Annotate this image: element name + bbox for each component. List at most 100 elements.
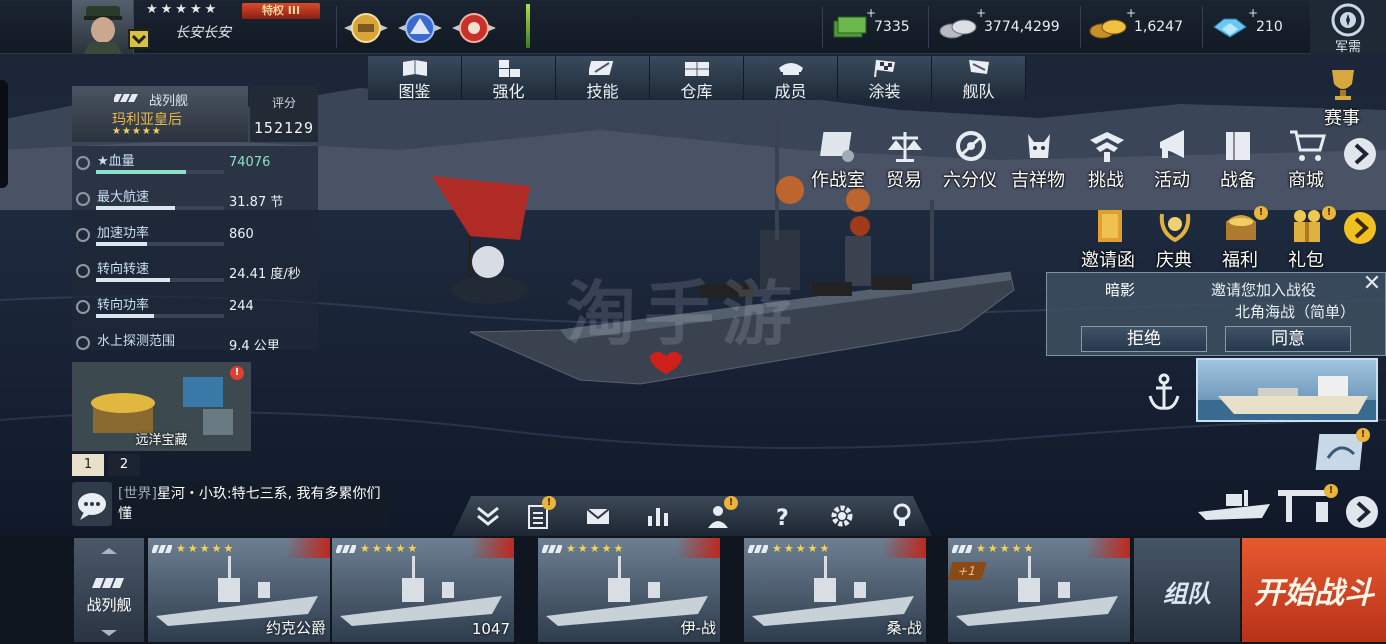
ranking-chart-icon[interactable] [644, 502, 672, 530]
medal-gold-icon[interactable] [344, 8, 388, 48]
bottom-toolbar: ? [452, 496, 932, 536]
settings-gear-icon[interactable] [828, 502, 856, 530]
accept-button[interactable]: 同意 [1225, 326, 1351, 352]
ship-card[interactable]: ★★★★★ 1047 [332, 538, 514, 642]
stat-value: 9.4 公里 [229, 339, 280, 350]
tab-crew[interactable]: 成员 [744, 56, 838, 101]
vip-badge[interactable]: 特权 III [242, 3, 320, 19]
start-battle-button[interactable]: 开始战斗 [1242, 538, 1386, 642]
war-room-map-icon [820, 132, 854, 162]
activity-button[interactable]: 活动 [1140, 128, 1204, 191]
preparation-button[interactable]: 战备 [1206, 128, 1270, 191]
stat-info-icon[interactable] [76, 192, 90, 206]
stat-bar [96, 170, 224, 174]
tab-upgrade[interactable]: 强化 [462, 56, 556, 101]
card-name: 伊-战 [680, 619, 716, 637]
war-room-button[interactable]: 作战室 [806, 128, 870, 191]
tab-warehouse[interactable]: 仓库 [650, 56, 744, 101]
ship-type-filter[interactable]: 战列舰 [74, 538, 144, 642]
top-bar: ★★★★★ 特权 III 长安长安 + 7335 + 3774,4299 + 1… [0, 0, 1386, 55]
stat-bar-fill [96, 206, 176, 210]
stat-info-icon[interactable] [76, 264, 90, 278]
shipyard-alert-badge: ! [1324, 484, 1338, 498]
next-arrow-yellow-icon[interactable] [1342, 210, 1378, 246]
stat-info-icon[interactable] [76, 228, 90, 242]
ship-card[interactable]: ★★★★★ 桑-战 [744, 538, 926, 642]
rank-badge-icon [128, 29, 150, 49]
help-icon[interactable]: ? [768, 502, 796, 530]
mascot-button[interactable]: 吉祥物 [1006, 128, 1070, 191]
tab-skills[interactable]: 技能 [556, 56, 650, 101]
left-edge-handle[interactable] [0, 80, 8, 188]
stat-info-icon[interactable] [76, 300, 90, 314]
invitation-card-icon [1098, 210, 1122, 242]
add-silver-icon[interactable]: + [976, 6, 986, 20]
celebration-button[interactable]: 庆典 [1142, 208, 1206, 271]
battleship-class-icon [92, 578, 124, 588]
warehouse-icon [685, 62, 709, 76]
ship-preview-thumbnail[interactable] [1196, 358, 1378, 422]
ship-card[interactable]: ★★★★★ +1 [948, 538, 1130, 642]
chat-button[interactable] [72, 482, 112, 526]
stat-info-icon[interactable] [76, 156, 90, 170]
diamond-resource[interactable]: + 210 [1210, 6, 1283, 44]
stat-row: 最大航速 31.87 节 [72, 182, 318, 216]
chevron-down-icon [101, 630, 117, 636]
diamond-value: 210 [1256, 19, 1283, 35]
mascot-icon [1028, 134, 1050, 158]
page-1-button[interactable]: 1 [72, 454, 104, 476]
page-2-button[interactable]: 2 [108, 454, 140, 476]
player-avatar[interactable] [72, 0, 134, 54]
gold-resource[interactable]: + 1,6247 [1088, 6, 1183, 44]
chat-channel: [世界] [118, 486, 157, 502]
treasure-label: 远洋宝藏 [135, 433, 188, 448]
megaphone-icon [1160, 130, 1184, 158]
cash-resource[interactable]: + 7335 [832, 6, 910, 44]
anchor-icon[interactable] [1146, 372, 1182, 412]
next-arrow-icon[interactable] [1342, 136, 1378, 172]
trade-button[interactable]: 贸易 [872, 128, 936, 191]
stat-label: 最大航速 [97, 190, 150, 205]
medal-blue-icon[interactable] [398, 8, 442, 48]
silver-resource[interactable]: + 3774,4299 [938, 6, 1060, 44]
add-cash-icon[interactable]: + [866, 6, 876, 20]
score-box: 评分 152129 [250, 86, 318, 142]
chat-message[interactable]: [世界]星河・小玖:特七三系, 我有多累你们懂 [116, 482, 386, 526]
stat-info-icon[interactable] [76, 336, 90, 350]
stat-row: 水上探测范围 9.4 公里 [72, 326, 318, 350]
ship-silhouette-icon[interactable] [1196, 482, 1276, 526]
tips-bulb-icon[interactable] [888, 502, 916, 530]
challenge-button[interactable]: 挑战 [1074, 128, 1138, 191]
tab-label: 舰队 [962, 82, 995, 101]
sextant-button[interactable]: 六分仪 [938, 128, 1002, 191]
stat-bar-fill [96, 242, 148, 246]
add-gold-icon[interactable]: + [1126, 6, 1136, 20]
svg-text:?: ? [776, 506, 789, 530]
stat-bar-fill [96, 278, 171, 282]
add-diamond-icon[interactable]: + [1248, 6, 1258, 20]
stat-label: 转向功率 [97, 298, 150, 313]
shop-button[interactable]: 商城 [1274, 128, 1338, 191]
next-arrow-icon[interactable] [1344, 494, 1380, 530]
divider [822, 6, 823, 48]
tab-codex[interactable]: 图鉴 [368, 56, 462, 101]
team-button[interactable]: 组队 [1134, 538, 1240, 642]
ship-card[interactable]: ★★★★★ 约克公爵 [148, 538, 330, 642]
stat-bar [96, 206, 224, 210]
stat-label: 加速功率 [97, 226, 150, 241]
ocean-treasure-banner[interactable]: 远洋宝藏 [72, 362, 251, 451]
reject-button[interactable]: 拒绝 [1081, 326, 1207, 352]
close-icon[interactable]: ✕ [1361, 273, 1383, 295]
stat-bar [96, 314, 224, 318]
collapse-chevrons-icon[interactable] [474, 502, 502, 530]
supply-button[interactable]: 军需 [1310, 0, 1386, 55]
supply-badge-icon [1331, 3, 1365, 37]
tab-fleet[interactable]: 舰队 [932, 56, 1026, 101]
mail-icon[interactable] [584, 502, 612, 530]
tab-paint[interactable]: 涂装 [838, 56, 932, 101]
stats-list: ★血量 74076 最大航速 31.87 节加速功率 860 转向转速 24.41 度/秒转… [72, 146, 318, 350]
ship-card[interactable]: ★★★★★ 伊-战 [538, 538, 720, 642]
event-button[interactable]: 赛事 [1310, 66, 1374, 129]
medal-red-icon[interactable] [452, 8, 496, 48]
invitation-button[interactable]: 邀请函 [1076, 208, 1140, 271]
